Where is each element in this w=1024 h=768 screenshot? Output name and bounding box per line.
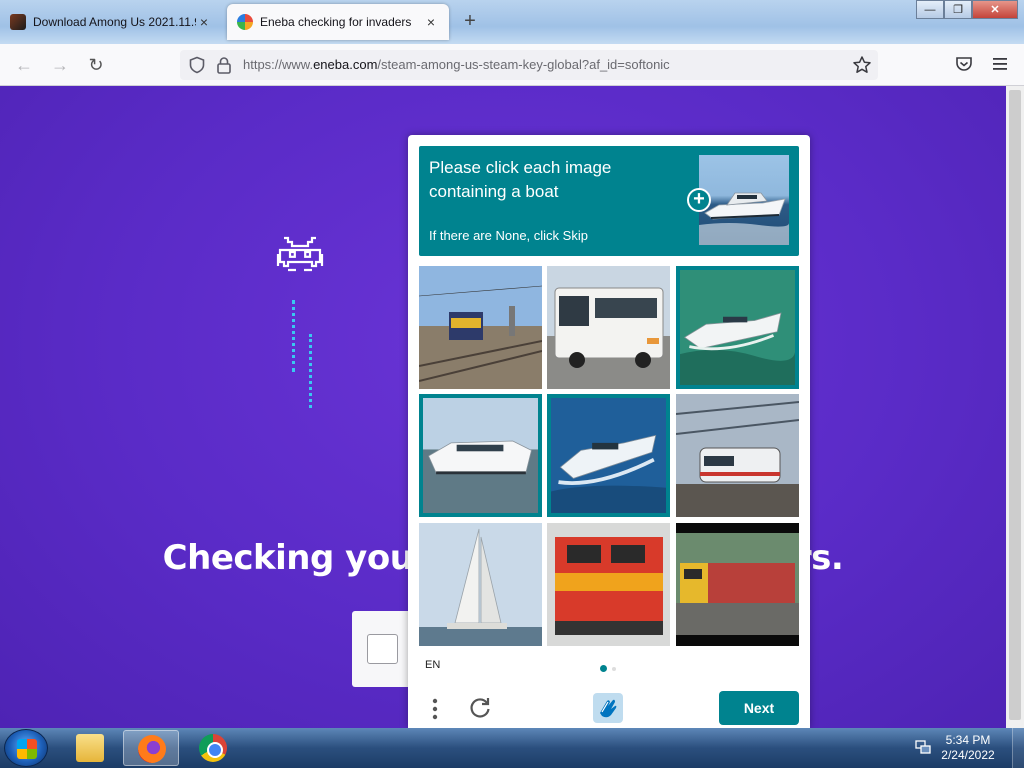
eneba-favicon-icon (237, 14, 253, 30)
hamburger-menu-icon[interactable] (990, 54, 1010, 74)
taskbar-explorer[interactable] (62, 730, 118, 766)
clock-time: 5:34 PM (945, 733, 991, 747)
windows-taskbar: 5:34 PM 2/24/2022 (0, 728, 1024, 768)
zoom-plus-icon[interactable]: + (687, 188, 711, 212)
example-boat-image (699, 155, 789, 245)
space-invader-icon (276, 236, 324, 272)
url-text[interactable]: https://www.eneba.com/steam-among-us-ste… (243, 57, 670, 72)
tracking-protection-shield-icon[interactable] (188, 56, 206, 74)
window-close-button[interactable]: ✕ (972, 0, 1018, 19)
challenge-tile-boat[interactable] (676, 266, 799, 389)
url-path: /steam-among-us-steam-key-global?af_id=s… (377, 57, 670, 72)
tab-title: Eneba checking for invaders (260, 15, 412, 29)
challenge-tile-boat[interactable] (547, 394, 670, 517)
tab-close-icon[interactable]: × (423, 14, 439, 30)
refresh-challenge-icon[interactable] (468, 696, 492, 720)
image-grid (419, 266, 799, 646)
challenge-tile-sailboat[interactable] (419, 523, 542, 646)
next-button[interactable]: Next (719, 691, 799, 725)
challenge-tile-boat[interactable] (419, 394, 542, 517)
scrollbar-thumb[interactable] (1009, 90, 1021, 720)
bookmark-star-icon[interactable] (852, 55, 872, 75)
url-prefix: https://www. (243, 57, 314, 72)
loading-dots (309, 334, 312, 408)
challenge-prompt: Please click each image containing a boa… (419, 146, 799, 256)
show-desktop-button[interactable] (1012, 728, 1024, 768)
challenge-tile-train[interactable] (676, 523, 799, 646)
chrome-icon (199, 734, 227, 762)
page-indicator-dot (612, 667, 616, 671)
navigation-bar: ← → ↻ https://www.eneba.com/steam-among-… (0, 44, 1024, 86)
maximize-button[interactable]: ❐ (944, 0, 972, 19)
challenge-tile-train[interactable] (676, 394, 799, 517)
challenge-tile-bus[interactable] (547, 266, 670, 389)
more-options-icon[interactable] (430, 697, 440, 721)
challenge-tile-train[interactable] (547, 523, 670, 646)
human-checkbox[interactable] (367, 634, 398, 664)
hcaptcha-logo-icon[interactable] (591, 691, 625, 725)
firefox-icon (138, 735, 166, 763)
address-bar[interactable]: https://www.eneba.com/steam-among-us-ste… (180, 50, 878, 80)
prompt-text: Please click each image containing a boa… (429, 158, 612, 201)
browser-titlebar: Download Among Us 2021.11.9 × Eneba chec… (0, 0, 1024, 44)
system-clock[interactable]: 5:34 PM 2/24/2022 (938, 733, 998, 763)
prompt-subtext: If there are None, click Skip (429, 228, 588, 243)
tab-download-among-us[interactable]: Download Among Us 2021.11.9 × (0, 4, 222, 40)
page-indicator-dot (600, 665, 607, 672)
pocket-icon[interactable] (954, 54, 974, 74)
loading-dots (292, 300, 295, 372)
softonic-favicon-icon (10, 14, 26, 30)
url-domain: eneba.com (313, 57, 378, 72)
back-button[interactable]: ← (12, 53, 36, 77)
forward-button[interactable]: → (48, 53, 72, 77)
tab-close-icon[interactable]: × (196, 14, 212, 30)
network-icon[interactable] (914, 738, 932, 756)
start-button[interactable] (4, 729, 48, 767)
hcaptcha-challenge: Please click each image containing a boa… (408, 135, 810, 728)
taskbar-firefox[interactable] (123, 730, 179, 766)
tab-title: Download Among Us 2021.11.9 (33, 15, 196, 29)
taskbar-chrome[interactable] (185, 730, 241, 766)
challenge-tile-train[interactable] (419, 266, 542, 389)
minimize-button[interactable]: — (916, 0, 944, 19)
window-controls: — ❐ ✕ (916, 0, 1018, 19)
scrollbar[interactable] (1006, 86, 1024, 728)
windows-logo-icon (17, 739, 37, 759)
folder-icon (76, 734, 104, 762)
lock-icon[interactable] (216, 56, 232, 74)
language-selector[interactable]: EN (425, 659, 440, 671)
new-tab-button[interactable]: + (458, 9, 482, 33)
reload-button[interactable]: ↻ (84, 53, 108, 77)
clock-date: 2/24/2022 (941, 748, 995, 762)
tab-eneba-checking[interactable]: Eneba checking for invaders × (227, 4, 449, 40)
